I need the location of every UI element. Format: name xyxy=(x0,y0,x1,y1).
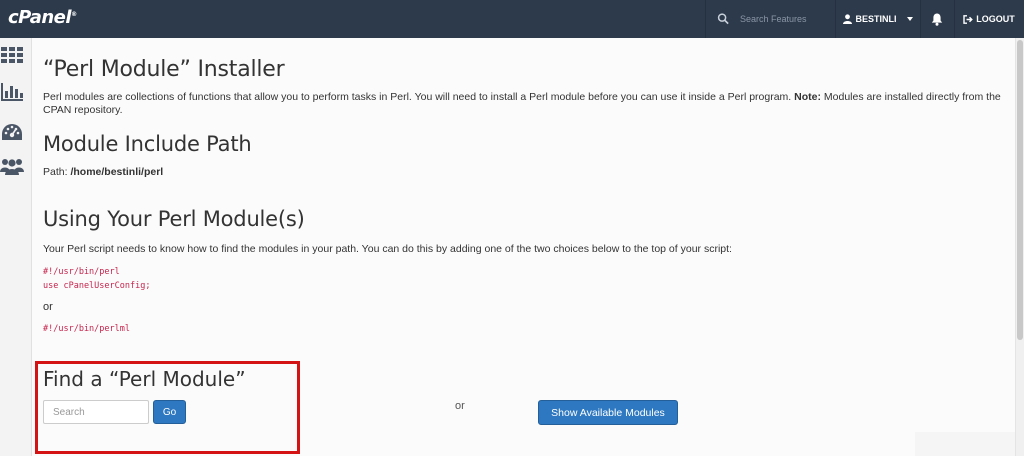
feature-search[interactable] xyxy=(705,0,835,38)
or-separator: or xyxy=(43,301,53,313)
search-icon xyxy=(717,13,729,25)
logo-text: cPanel xyxy=(8,7,72,28)
intro-note-label: Note: xyxy=(794,91,821,103)
path-value: /home/bestinli/perl xyxy=(70,166,164,178)
include-path-heading: Module Include Path xyxy=(43,132,252,156)
bell-icon xyxy=(931,13,943,26)
go-button[interactable]: Go xyxy=(153,400,186,424)
code-shebang-perlml: #!/usr/bin/perlml xyxy=(43,324,130,334)
bottom-corner-panel xyxy=(915,432,1015,456)
user-menu[interactable]: BESTINLI xyxy=(836,0,920,38)
notifications-button[interactable] xyxy=(920,0,954,38)
sidebar xyxy=(0,38,32,456)
sidebar-item-dashboard[interactable] xyxy=(0,120,24,144)
sidebar-item-users[interactable] xyxy=(0,154,24,178)
logout-button[interactable]: LOGOUT xyxy=(954,0,1024,38)
user-icon xyxy=(843,14,853,24)
code-use-config: use cPanelUserConfig; xyxy=(43,281,151,291)
logo-mark: ® xyxy=(71,11,77,18)
scrollbar-thumb[interactable] xyxy=(1017,40,1023,340)
using-modules-heading: Using Your Perl Module(s) xyxy=(43,207,305,231)
dashboard-gauge-icon xyxy=(2,124,22,140)
logout-label: LOGOUT xyxy=(976,14,1015,24)
include-path: Path: /home/bestinli/perl xyxy=(43,166,163,179)
logout-icon xyxy=(963,14,974,24)
using-modules-text: Your Perl script needs to know how to fi… xyxy=(43,243,732,255)
username-label: BESTINLI xyxy=(855,14,897,24)
page-title: “Perl Module” Installer xyxy=(43,57,285,82)
find-module-heading: Find a “Perl Module” xyxy=(43,367,246,391)
or-separator-find: or xyxy=(455,400,465,412)
top-navbar: cPanel® BESTINLI LOGOUT xyxy=(0,0,1024,38)
intro-description: Perl modules are collections of function… xyxy=(43,91,792,103)
code-shebang-perl: #!/usr/bin/perl xyxy=(43,267,120,277)
sidebar-item-statistics[interactable] xyxy=(0,80,24,104)
users-icon xyxy=(0,159,24,175)
path-label: Path: xyxy=(43,166,68,178)
sidebar-item-home[interactable] xyxy=(0,43,24,67)
module-search-input[interactable] xyxy=(43,400,149,424)
intro-text: Perl modules are collections of function… xyxy=(43,91,1003,117)
feature-search-input[interactable] xyxy=(740,14,835,24)
scrollbar[interactable] xyxy=(1015,38,1024,456)
chevron-down-icon xyxy=(906,17,913,21)
grid-icon xyxy=(1,47,23,63)
show-available-modules-button[interactable]: Show Available Modules xyxy=(538,400,678,425)
cpanel-logo[interactable]: cPanel® xyxy=(8,7,77,28)
bar-chart-icon xyxy=(1,83,23,101)
